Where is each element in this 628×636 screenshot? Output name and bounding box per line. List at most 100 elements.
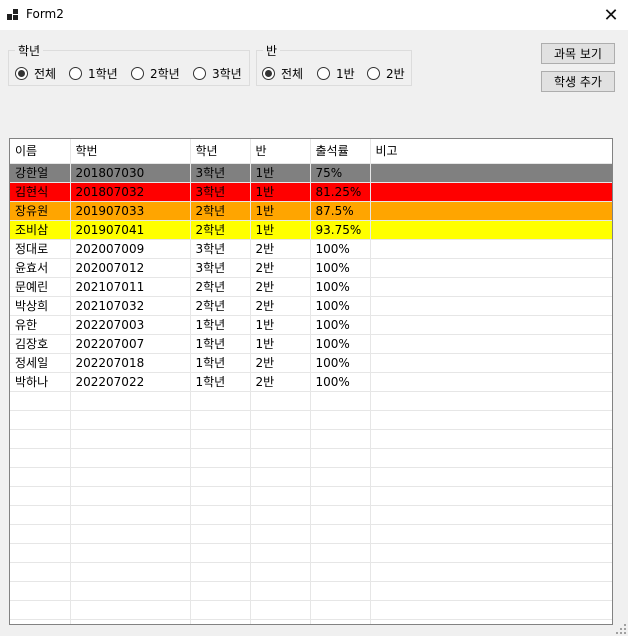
- cell-grade[interactable]: 3학년: [190, 182, 251, 202]
- class-radio-2[interactable]: 2반: [367, 65, 405, 82]
- table-row[interactable]: 윤효서 202007012 3학년 2반 100%: [10, 258, 612, 278]
- cell-grade[interactable]: 1학년: [190, 334, 251, 354]
- cell-name[interactable]: 박상희: [10, 296, 71, 316]
- cell-note[interactable]: [370, 220, 612, 240]
- table-row[interactable]: 문예린 202107011 2학년 2반 100%: [10, 277, 612, 297]
- cell-class[interactable]: 2반: [250, 296, 311, 316]
- cell-grade[interactable]: 2학년: [190, 296, 251, 316]
- column-header-class[interactable]: 반: [250, 139, 311, 164]
- cell-name[interactable]: 박하나: [10, 372, 71, 392]
- cell-id[interactable]: 201907033: [70, 201, 191, 221]
- cell-id[interactable]: 201807032: [70, 182, 191, 202]
- cell-name[interactable]: 윤효서: [10, 258, 71, 278]
- cell-grade[interactable]: 2학년: [190, 277, 251, 297]
- table-row[interactable]: 김현식 201807032 3학년 1반 81.25%: [10, 182, 612, 202]
- cell-note[interactable]: [370, 315, 612, 335]
- cell-attendance[interactable]: 93.75%: [310, 220, 371, 240]
- cell-name[interactable]: 김장호: [10, 334, 71, 354]
- cell-grade[interactable]: 1학년: [190, 315, 251, 335]
- cell-id[interactable]: 202207022: [70, 372, 191, 392]
- cell-class[interactable]: 2반: [250, 258, 311, 278]
- cell-note[interactable]: [370, 296, 612, 316]
- cell-class[interactable]: 2반: [250, 239, 311, 259]
- cell-note[interactable]: [370, 182, 612, 202]
- cell-note[interactable]: [370, 334, 612, 354]
- resize-grip-icon[interactable]: [616, 624, 626, 634]
- grade-radio-all[interactable]: 전체: [15, 65, 56, 82]
- table-row[interactable]: 유한 202207003 1학년 1반 100%: [10, 315, 612, 335]
- cell-attendance[interactable]: 75%: [310, 163, 371, 183]
- column-header-name[interactable]: 이름: [10, 139, 71, 164]
- table-row[interactable]: 정대로 202007009 3학년 2반 100%: [10, 239, 612, 259]
- cell-class[interactable]: 2반: [250, 372, 311, 392]
- cell-class[interactable]: 1반: [250, 220, 311, 240]
- cell-name[interactable]: 강한얼: [10, 163, 71, 183]
- cell-id[interactable]: 201807030: [70, 163, 191, 183]
- cell-grade[interactable]: 1학년: [190, 372, 251, 392]
- cell-attendance[interactable]: 100%: [310, 334, 371, 354]
- cell-name[interactable]: 정세일: [10, 353, 71, 373]
- cell-class[interactable]: 1반: [250, 163, 311, 183]
- cell-id[interactable]: 202007009: [70, 239, 191, 259]
- cell-attendance[interactable]: 100%: [310, 277, 371, 297]
- cell-name[interactable]: 조비삼: [10, 220, 71, 240]
- cell-grade[interactable]: 3학년: [190, 239, 251, 259]
- column-header-note[interactable]: 비고: [370, 139, 612, 164]
- cell-class[interactable]: 2반: [250, 277, 311, 297]
- cell-attendance[interactable]: 100%: [310, 315, 371, 335]
- cell-name[interactable]: 정대로: [10, 239, 71, 259]
- cell-note[interactable]: [370, 201, 612, 221]
- cell-note[interactable]: [370, 372, 612, 392]
- cell-class[interactable]: 1반: [250, 315, 311, 335]
- cell-id[interactable]: 201907041: [70, 220, 191, 240]
- cell-id[interactable]: 202107011: [70, 277, 191, 297]
- table-row[interactable]: 박하나 202207022 1학년 2반 100%: [10, 372, 612, 392]
- cell-name[interactable]: 장유원: [10, 201, 71, 221]
- cell-attendance[interactable]: 100%: [310, 239, 371, 259]
- student-data-grid[interactable]: 이름 학번 학년 반 출석률 비고 강한얼 201807030 3학년 1반 7…: [9, 138, 613, 625]
- table-row[interactable]: 박상희 202107032 2학년 2반 100%: [10, 296, 612, 316]
- grade-radio-3[interactable]: 3학년: [193, 65, 242, 82]
- table-row[interactable]: 조비삼 201907041 2학년 1반 93.75%: [10, 220, 612, 240]
- cell-name[interactable]: 김현식: [10, 182, 71, 202]
- cell-note[interactable]: [370, 353, 612, 373]
- cell-grade[interactable]: 3학년: [190, 163, 251, 183]
- cell-class[interactable]: 1반: [250, 201, 311, 221]
- column-header-attendance[interactable]: 출석률: [310, 139, 371, 164]
- column-header-id[interactable]: 학번: [70, 139, 191, 164]
- cell-attendance[interactable]: 100%: [310, 372, 371, 392]
- cell-grade[interactable]: 1학년: [190, 353, 251, 373]
- class-radio-1[interactable]: 1반: [317, 65, 355, 82]
- cell-attendance[interactable]: 100%: [310, 258, 371, 278]
- table-row[interactable]: 김장호 202207007 1학년 1반 100%: [10, 334, 612, 354]
- cell-attendance[interactable]: 100%: [310, 353, 371, 373]
- cell-id[interactable]: 202007012: [70, 258, 191, 278]
- table-row[interactable]: 장유원 201907033 2학년 1반 87.5%: [10, 201, 612, 221]
- add-student-button[interactable]: 학생 추가: [541, 71, 615, 92]
- table-row[interactable]: 정세일 202207018 1학년 2반 100%: [10, 353, 612, 373]
- close-button[interactable]: ✕: [594, 0, 628, 30]
- cell-note[interactable]: [370, 277, 612, 297]
- cell-id[interactable]: 202207007: [70, 334, 191, 354]
- cell-class[interactable]: 1반: [250, 334, 311, 354]
- cell-attendance[interactable]: 87.5%: [310, 201, 371, 221]
- grade-radio-1[interactable]: 1학년: [69, 65, 118, 82]
- cell-grade[interactable]: 2학년: [190, 201, 251, 221]
- view-subjects-button[interactable]: 과목 보기: [541, 43, 615, 64]
- cell-attendance[interactable]: 100%: [310, 296, 371, 316]
- cell-note[interactable]: [370, 163, 612, 183]
- cell-name[interactable]: 유한: [10, 315, 71, 335]
- cell-note[interactable]: [370, 258, 612, 278]
- cell-grade[interactable]: 2학년: [190, 220, 251, 240]
- cell-id[interactable]: 202207003: [70, 315, 191, 335]
- cell-attendance[interactable]: 81.25%: [310, 182, 371, 202]
- cell-id[interactable]: 202107032: [70, 296, 191, 316]
- column-header-grade[interactable]: 학년: [190, 139, 251, 164]
- cell-grade[interactable]: 3학년: [190, 258, 251, 278]
- cell-class[interactable]: 1반: [250, 182, 311, 202]
- cell-class[interactable]: 2반: [250, 353, 311, 373]
- cell-id[interactable]: 202207018: [70, 353, 191, 373]
- class-radio-all[interactable]: 전체: [262, 65, 303, 82]
- grade-radio-2[interactable]: 2학년: [131, 65, 180, 82]
- table-row[interactable]: 강한얼 201807030 3학년 1반 75%: [10, 163, 612, 183]
